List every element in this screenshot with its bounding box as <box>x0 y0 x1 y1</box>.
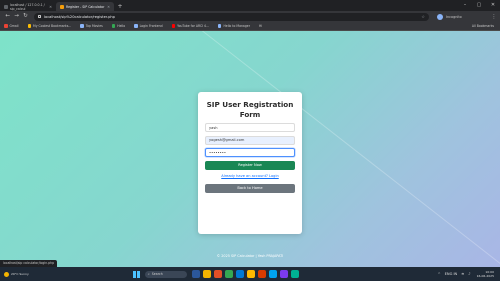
taskbar-app-icon[interactable] <box>258 270 267 278</box>
registration-card: SIP User Registration Form yash yogesh@g… <box>198 92 302 234</box>
address-bar[interactable]: localhost/sip%20calculator/register.php … <box>34 12 429 21</box>
bookmark-item[interactable]: Hello <box>111 24 125 28</box>
taskbar-apps <box>191 270 301 278</box>
volume-icon[interactable]: ♪ <box>468 272 470 276</box>
bookmark-item[interactable]: YouTube for ARCI 4... <box>171 24 209 28</box>
taskbar-app-icon[interactable] <box>247 270 256 278</box>
site-info-icon[interactable] <box>38 15 41 18</box>
reload-button[interactable]: ↻ <box>21 12 30 21</box>
tab-close-icon[interactable]: ✕ <box>107 5 110 9</box>
windows-taskbar: 29°C Sunny ⌕ Search ^ ENG IN ≋ ♪ 10:00 1… <box>0 267 500 281</box>
bookmark-item[interactable]: My Coolest Bookmarks... <box>27 24 71 28</box>
password-field[interactable]: •••••••• <box>205 148 295 157</box>
status-bar-url: localhost/sip calculator/login.php <box>0 260 58 267</box>
taskbar-search[interactable]: ⌕ Search <box>144 270 187 278</box>
browser-tab-strip: localhost / 127.0.0.1 / sip_calcul ✕ Reg… <box>0 0 500 11</box>
wifi-icon[interactable]: ≋ <box>461 272 464 276</box>
search-icon: ⌕ <box>147 272 150 276</box>
url-text: localhost/sip%20calculator/register.php <box>44 14 115 19</box>
taskbar-app-icon[interactable] <box>203 270 212 278</box>
taskbar-app-icon[interactable] <box>280 270 289 278</box>
taskbar-app-icon[interactable] <box>192 270 201 278</box>
sun-icon <box>4 271 9 277</box>
system-tray: ^ ENG IN ≋ ♪ 10:00 16-06-2025 <box>434 270 494 278</box>
profile-avatar[interactable] <box>437 13 443 20</box>
incognito-label[interactable]: Incognito <box>446 15 462 19</box>
chevron-up-icon[interactable]: ^ <box>438 272 441 276</box>
bookmark-star-icon[interactable]: ☆ <box>421 14 425 19</box>
bookmark-item[interactable]: Hi <box>259 24 262 28</box>
browser-toolbar: ← → ↻ localhost/sip%20calculator/registe… <box>0 11 500 22</box>
forward-button[interactable]: → <box>12 12 21 21</box>
minimize-button[interactable]: – <box>458 0 472 11</box>
tab-register[interactable]: Register - SIP Calculator ✕ <box>56 2 114 11</box>
back-button[interactable]: ← <box>3 12 12 21</box>
all-bookmarks-button[interactable]: All Bookmarks <box>472 24 494 28</box>
folder-icon <box>27 24 32 28</box>
start-button[interactable] <box>132 270 140 278</box>
taskbar-app-icon[interactable] <box>269 270 278 278</box>
bookmark-icon <box>217 24 222 28</box>
tab-title: Register - SIP Calculator <box>66 4 105 9</box>
browser-menu-icon[interactable]: ⋮ <box>491 14 497 20</box>
taskbar-app-icon[interactable] <box>291 270 300 278</box>
bookmark-item[interactable]: Top Movies <box>80 24 103 28</box>
register-button[interactable]: Register Now <box>205 160 295 170</box>
back-to-home-button[interactable]: Back to Home <box>205 183 295 193</box>
close-window-button[interactable]: ✕ <box>486 0 500 11</box>
maximize-button[interactable]: ▢ <box>472 0 486 11</box>
tab-favicon <box>60 4 64 9</box>
bookmark-icon <box>134 24 138 28</box>
page-footer: © 2025 SIP Calculator | Yash PRAJAPATI <box>216 254 284 258</box>
youtube-icon <box>171 24 176 28</box>
clock[interactable]: 10:00 16-06-2025 <box>477 270 494 278</box>
bookmark-item[interactable]: Gmail <box>4 24 19 28</box>
bookmark-icon <box>4 24 8 28</box>
taskbar-app-icon[interactable] <box>214 270 223 278</box>
taskbar-app-icon[interactable] <box>236 270 245 278</box>
tab-close-icon[interactable]: ✕ <box>49 5 52 9</box>
page-background: SIP User Registration Form yash yogesh@g… <box>0 31 500 267</box>
page-title: SIP User Registration Form <box>206 100 294 119</box>
new-tab-button[interactable]: + <box>116 3 124 11</box>
window-controls: – ▢ ✕ <box>458 0 500 11</box>
bookmark-item[interactable]: Hello to Manager <box>217 24 250 28</box>
weather-widget[interactable]: 29°C Sunny <box>4 271 29 277</box>
tab-phpmyadmin[interactable]: localhost / 127.0.0.1 / sip_calcul ✕ <box>0 2 56 11</box>
tab-favicon <box>4 4 8 9</box>
email-field[interactable]: yogesh@gmail.com <box>205 135 295 145</box>
login-link[interactable]: Already have an account? Login <box>205 174 295 178</box>
bookmark-icon <box>80 24 84 28</box>
bookmarks-bar: Gmail My Coolest Bookmarks... Top Movies… <box>0 22 500 31</box>
tab-title: localhost / 127.0.0.1 / sip_calcul <box>10 2 45 11</box>
language-indicator[interactable]: ENG IN <box>445 272 458 276</box>
bookmark-icon <box>111 24 116 28</box>
username-field[interactable]: yash <box>205 123 295 132</box>
taskbar-app-icon[interactable] <box>225 270 234 278</box>
bookmark-item[interactable]: Login Frontend <box>134 24 163 28</box>
